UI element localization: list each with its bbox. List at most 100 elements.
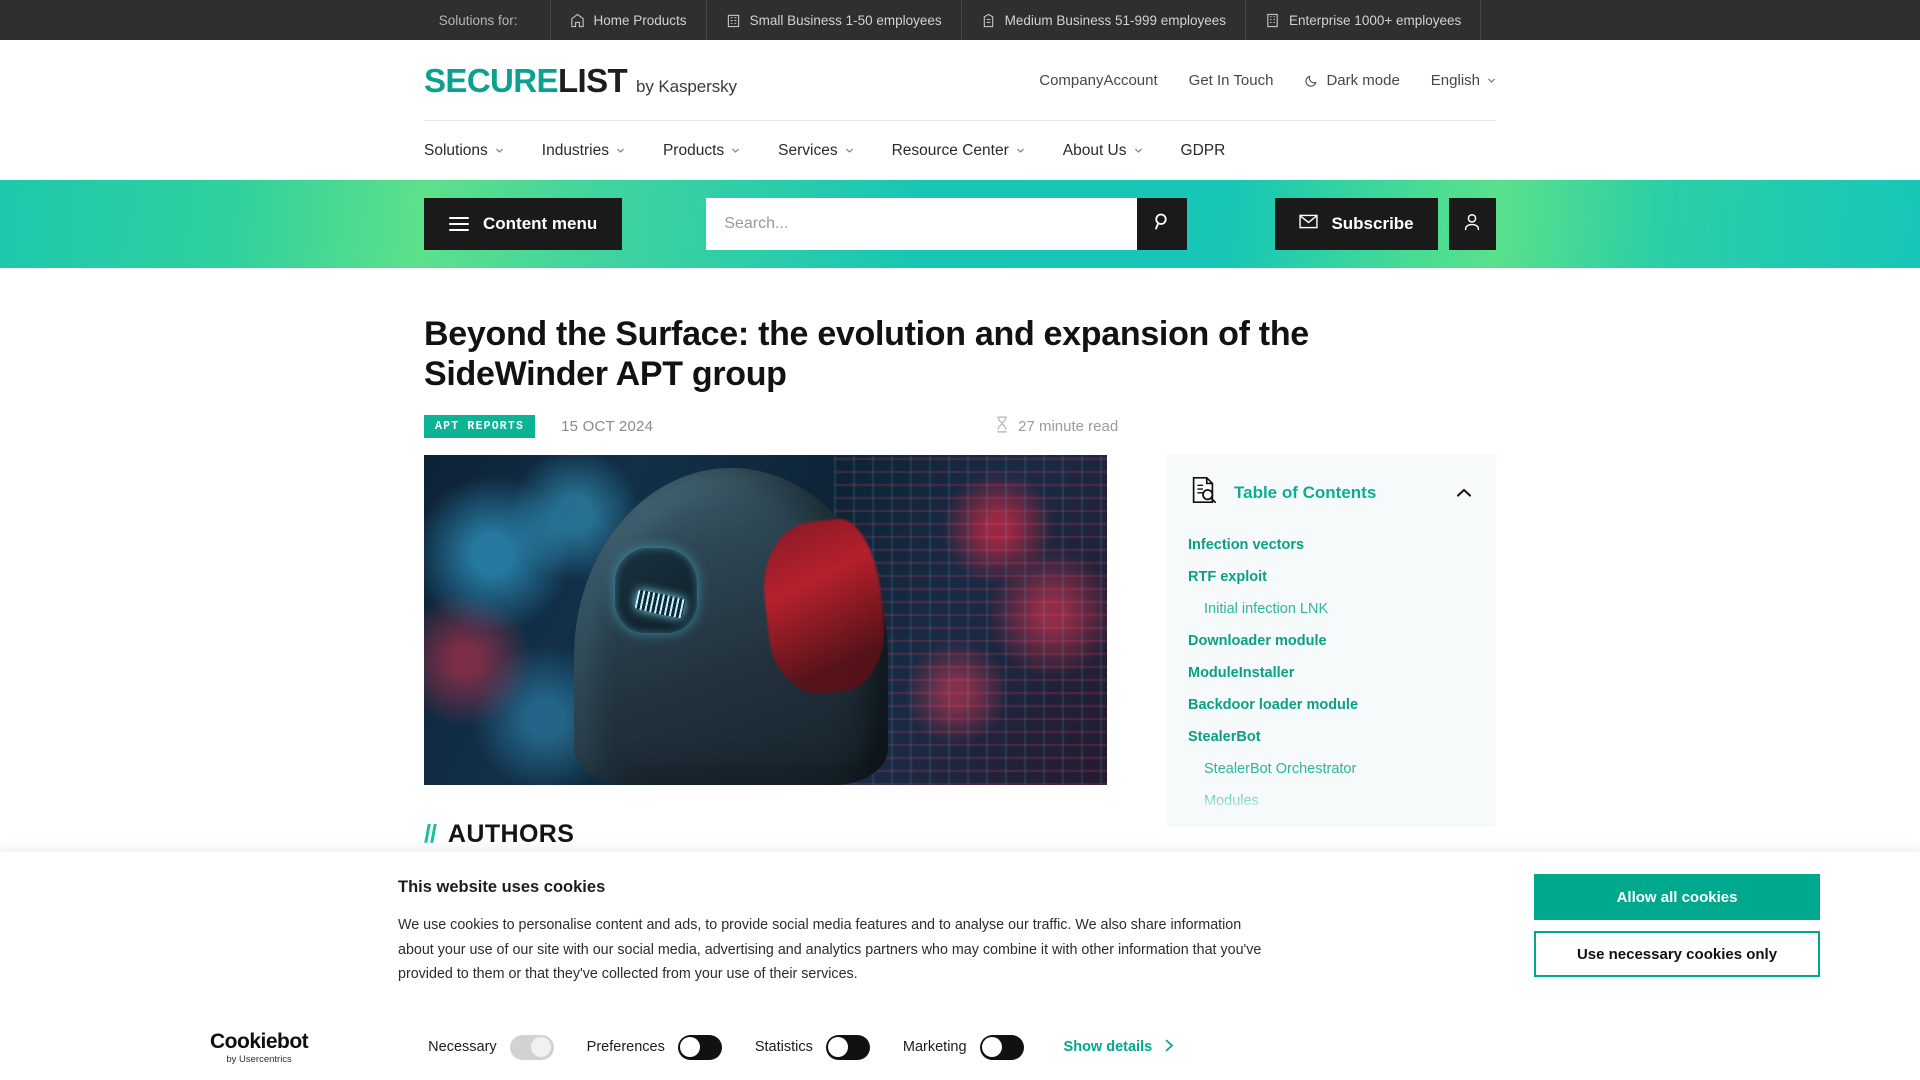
nav-item-label: Products	[662, 141, 725, 159]
header-utility-links: CompanyAccount Get In Touch Dark mode En…	[1039, 72, 1496, 89]
dark-mode-toggle[interactable]: Dark mode	[1304, 72, 1400, 89]
topbar-item-medium-business[interactable]: Medium Business 51-999 employees	[960, 0, 1245, 40]
account-button[interactable]	[1448, 198, 1496, 250]
nav-item-label: Solutions	[424, 141, 488, 159]
user-icon	[1462, 212, 1482, 237]
category-badge[interactable]: APT REPORTS	[424, 414, 536, 438]
chevron-right-icon	[1164, 1039, 1175, 1056]
toggle-preferences[interactable]	[677, 1034, 722, 1060]
toggle-group-necessary: Necessary	[428, 1034, 554, 1060]
toc-item-initial-infection-lnk[interactable]: Initial infection LNK	[1188, 593, 1474, 625]
nav-item-label: Services	[778, 141, 838, 159]
hero-image	[424, 455, 1107, 786]
nav-item-services[interactable]: Services	[778, 142, 853, 160]
toc-item-stealerbot[interactable]: StealerBot	[1188, 721, 1474, 753]
nav-item-industries[interactable]: Industries	[542, 142, 625, 160]
toggle-knob	[680, 1037, 701, 1058]
solutions-topbar: Solutions for: Home Products Small Busin…	[0, 0, 1920, 40]
header-container: SECURELIST by Kaspersky CompanyAccount G…	[424, 40, 1496, 180]
header-link-label: CompanyAccount	[1039, 71, 1158, 89]
content-menu-button[interactable]: Content menu	[424, 198, 623, 250]
toggle-group-statistics: Statistics	[755, 1034, 870, 1060]
header-link-company-account[interactable]: CompanyAccount	[1039, 72, 1157, 89]
language-label: English	[1430, 71, 1480, 89]
toc-item-modules[interactable]: Modules	[1188, 785, 1474, 817]
toggle-knob	[982, 1037, 1003, 1058]
toggle-label: Preferences	[586, 1039, 665, 1056]
cookie-footer: Cookiebot by Usercentrics Necessary Pref…	[0, 1031, 1920, 1065]
toc-item-infection-vectors[interactable]: Infection vectors	[1188, 529, 1474, 561]
main-navigation: Solutions Industries Products Services R…	[424, 120, 1496, 180]
topbar-item-home-products[interactable]: Home Products	[549, 0, 706, 40]
cookie-consent-banner: This website uses cookies We use cookies…	[0, 852, 1920, 1080]
cookie-body-text: We use cookies to personalise content an…	[398, 917, 1262, 983]
toc-item-backdoor-loader-module[interactable]: Backdoor loader module	[1188, 689, 1474, 721]
logo-text: SECURELIST	[424, 61, 628, 99]
toolbar-inner: Content menu Subscribe	[424, 198, 1496, 250]
subscribe-button[interactable]: Subscribe	[1275, 198, 1438, 250]
header-row: SECURELIST by Kaspersky CompanyAccount G…	[424, 40, 1496, 120]
toggle-group-marketing: Marketing	[903, 1034, 1024, 1060]
topbar-item-label: Enterprise 1000+ employees	[1289, 12, 1462, 28]
topbar-label: Solutions for:	[438, 12, 518, 28]
toc-item-rtf-exploit[interactable]: RTF exploit	[1188, 561, 1474, 593]
search-submit-button[interactable]	[1137, 198, 1188, 250]
read-time-label: 27 minute read	[1018, 417, 1119, 435]
article-meta: APT REPORTS 15 OCT 2024 27 minute read	[424, 414, 1496, 438]
article-body-grid: // AUTHORS GIAMPAOLO DEDOLA Expert VASIL…	[424, 455, 1496, 899]
show-details-label: Show details	[1063, 1039, 1153, 1056]
home-icon	[570, 13, 585, 28]
cookiebot-brand: Cookiebot	[210, 1029, 309, 1053]
hamburger-icon	[449, 217, 469, 231]
article-section: Beyond the Surface: the evolution and ex…	[424, 268, 1496, 899]
search-input[interactable]	[706, 198, 1138, 250]
article-left-column: // AUTHORS GIAMPAOLO DEDOLA Expert VASIL…	[424, 455, 1107, 899]
nav-item-gdpr[interactable]: GDPR	[1181, 142, 1226, 160]
site-header: SECURELIST by Kaspersky CompanyAccount G…	[0, 40, 1920, 180]
toggle-statistics[interactable]	[825, 1034, 870, 1060]
cookie-action-buttons: Allow all cookies Use necessary cookies …	[1534, 874, 1820, 977]
slashes-decoration: //	[424, 820, 437, 849]
logo-primary: SECURE	[424, 61, 559, 99]
header-link-get-in-touch[interactable]: Get In Touch	[1189, 72, 1274, 89]
content-toolbar: Content menu Subscribe	[0, 180, 1920, 268]
chevron-down-icon	[731, 146, 740, 155]
toc-item-moduleinstaller[interactable]: ModuleInstaller	[1188, 657, 1474, 689]
nav-item-label: GDPR	[1180, 141, 1226, 159]
cookiebot-logo[interactable]: Cookiebot by Usercentrics	[210, 1029, 309, 1065]
use-necessary-cookies-button[interactable]: Use necessary cookies only	[1534, 931, 1820, 977]
cookie-text-column: This website uses cookies We use cookies…	[398, 878, 1478, 987]
nav-item-products[interactable]: Products	[663, 142, 740, 160]
toggle-knob	[828, 1037, 849, 1058]
search-icon	[1153, 212, 1172, 236]
chevron-down-icon	[616, 146, 625, 155]
toggle-knob	[531, 1037, 552, 1058]
nav-item-about-us[interactable]: About Us	[1063, 142, 1143, 160]
logo-secondary: LIST	[557, 61, 628, 99]
search-form	[706, 198, 1188, 250]
language-selector[interactable]: English	[1431, 72, 1496, 89]
content-menu-label: Content menu	[483, 214, 598, 233]
document-search-icon	[1188, 475, 1218, 510]
toc-items: Infection vectors RTF exploit Initial in…	[1188, 529, 1474, 827]
read-time: 27 minute read	[995, 416, 1118, 437]
chevron-up-icon[interactable]	[1454, 483, 1474, 503]
subscribe-label: Subscribe	[1331, 214, 1414, 233]
allow-all-cookies-button[interactable]: Allow all cookies	[1534, 874, 1820, 920]
chevron-down-icon	[845, 146, 854, 155]
publish-date: 15 OCT 2024	[561, 417, 654, 435]
securelist-logo[interactable]: SECURELIST by Kaspersky	[424, 64, 737, 97]
cookiebot-sub-brand: by Usercentrics	[226, 1053, 292, 1065]
toc-item-keylogger[interactable]: Keylogger	[1188, 817, 1474, 827]
toc-item-stealerbot-orchestrator[interactable]: StealerBot Orchestrator	[1188, 753, 1474, 785]
show-details-link[interactable]: Show details	[1064, 1039, 1176, 1056]
topbar-item-label: Small Business 1-50 employees	[749, 12, 942, 28]
nav-item-resource-center[interactable]: Resource Center	[892, 142, 1025, 160]
nav-item-solutions[interactable]: Solutions	[424, 142, 504, 160]
toc-item-downloader-module[interactable]: Downloader module	[1188, 625, 1474, 657]
toggle-marketing[interactable]	[979, 1034, 1024, 1060]
chevron-down-icon	[495, 146, 504, 155]
topbar-item-small-business[interactable]: Small Business 1-50 employees	[705, 0, 961, 40]
topbar-item-enterprise[interactable]: Enterprise 1000+ employees	[1245, 0, 1482, 40]
toggle-necessary[interactable]	[509, 1034, 554, 1060]
